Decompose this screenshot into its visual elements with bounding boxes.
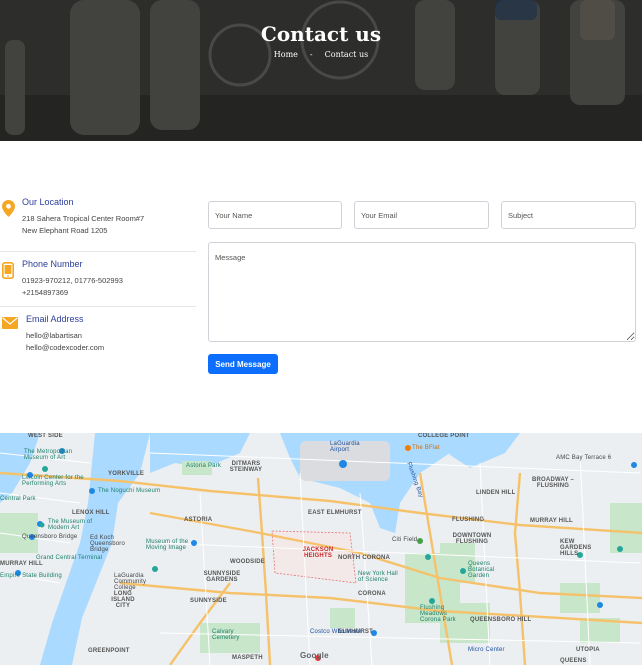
map-label-west-side: WEST SIDE [28,433,63,439]
map-label-college-point: COLLEGE POINT [418,433,470,439]
map-label-ed-koch-bridge: Ed Koch Queensboro Bridge [90,535,126,553]
map-label-citi-field: Citi Field [392,537,418,543]
map-label-corona: CORONA [358,591,386,597]
hero-banner: Contact us Home - Contact us [0,0,642,141]
map-label-new-york-hall-science: New York Hall of Science [358,571,398,583]
email-title: Email Address [26,314,84,324]
map-label-maspeth: MASPETH [232,655,263,661]
breadcrumb-current: Contact us [324,50,369,59]
google-map[interactable]: WEST SIDE The Metropolitan Museum of Art… [0,433,642,665]
map-label-ditmars: DITMARS STEINWAY [229,461,263,473]
name-input[interactable] [208,201,342,229]
map-label-sunnyside-gardens: SUNNYSIDE GARDENS [203,571,241,583]
map-label-the-bflat: The BFlat [412,445,440,451]
phone-line-1: 01923-970212, 01776-502993 [22,276,123,285]
contact-info-phone: Phone Number 01923-970212, 01776-502993 … [0,251,196,306]
location-title: Our Location [22,197,74,207]
map-label-moma: The Museum of Modern Art [48,519,93,531]
map-label-murray-hill-queens: MURRAY HILL [530,518,573,524]
breadcrumb: Home - Contact us [0,50,642,59]
breadcrumb-home-link[interactable]: Home [274,50,298,59]
subject-input[interactable] [501,201,636,229]
map-label-lincoln-center: Lincoln Center for the Performing Arts [22,475,84,487]
map-label-long-island-city: LONG ISLAND CITY [111,591,135,609]
email-line-2[interactable]: hello@codexcoder.com [22,342,196,354]
map-label-flushing-meadows: Flushing Meadows Corona Park [420,605,456,623]
map-label-jackson-heights: JACKSON HEIGHTS [302,547,334,559]
map-label-greenpoint: GREENPOINT [88,648,130,654]
contact-info-email: Email Address hello@labartisan hello@cod… [0,306,196,361]
map-label-astoria: ASTORIA [184,517,213,523]
map-label-murray-hill: MURRAY HILL [0,561,43,567]
phone-title: Phone Number [22,259,83,269]
message-textarea[interactable] [208,242,636,342]
map-label-linden-hill: LINDEN HILL [476,490,516,496]
map-label-broadway-flushing: BROADWAY –FLUSHING [531,477,574,489]
map-label-lenox-hill: LENOX HILL [72,510,110,516]
map-label-yorkville: YORKVILLE [108,471,145,477]
send-message-button[interactable]: Send Message [208,354,278,374]
map-label-flushing: FLUSHING [452,517,485,523]
map-label-sunnyside: SUNNYSIDE [190,598,227,604]
map-label-museum-moving-image: Museum of the Moving Image [146,539,189,551]
map-label-central-park: Central Park [0,496,36,502]
map-label-laguardia-cc: LaGuardia Community College [114,573,147,591]
map-label-calvary-cemetery: Calvary Cemetery [212,629,240,641]
breadcrumb-separator: - [309,50,313,59]
map-label-queensboro-hill: QUEENSBORO HILL [470,617,532,623]
email-line-1[interactable]: hello@labartisan [22,330,196,342]
map-label-amc-bay-terrace: AMC Bay Terrace 6 [556,455,612,461]
google-logo[interactable]: Google [300,651,329,660]
map-label-astoria-park: Astoria Park [186,463,222,469]
map-label-noguchi: The Noguchi Museum [98,488,161,494]
map-label-queensboro-bridge: Queensboro Bridge [22,534,78,540]
phone-line-2: +2154897369 [22,288,69,297]
phone-icon [2,262,14,279]
map-label-kew-gardens-hills: KEW GARDENS HILLS [560,539,592,557]
map-label-east-elmhurst: EAST ELMHURST [308,510,362,516]
map-label-downtown-flushing: DOWNTOWN FLUSHING [452,533,492,545]
contact-info-list: Our Location 218 Sahera Tropical Center … [0,196,196,361]
map-label-grand-central: Grand Central Terminal [36,555,103,561]
page-title: Contact us [260,22,382,46]
location-pin-icon [2,200,15,217]
map-label-met-museum: The Metropolitan Museum of Art [24,449,73,461]
map-label-empire-state: Empire State Building [0,573,62,579]
map-label-micro-center: Micro Center [468,647,505,653]
envelope-icon [2,317,18,329]
map-label-utopia: UTOPIA [576,647,600,653]
email-input[interactable] [354,201,489,229]
map-label-costco: Costco Wholesale [310,629,362,635]
contact-info-location: Our Location 218 Sahera Tropical Center … [0,196,196,251]
map-label-laguardia: LaGuardia Airport [330,441,360,453]
location-line-1: 218 Sahera Tropical Center Room#7 [22,214,145,223]
map-label-queens: QUEENS [560,658,587,664]
map-label-queens-botanical-garden: Queens Botanical Garden [468,561,495,579]
map-label-north-corona: NORTH CORONA [338,555,391,561]
location-line-2: New Elephant Road 1205 [22,226,108,235]
map-label-woodside: WOODSIDE [230,559,265,565]
